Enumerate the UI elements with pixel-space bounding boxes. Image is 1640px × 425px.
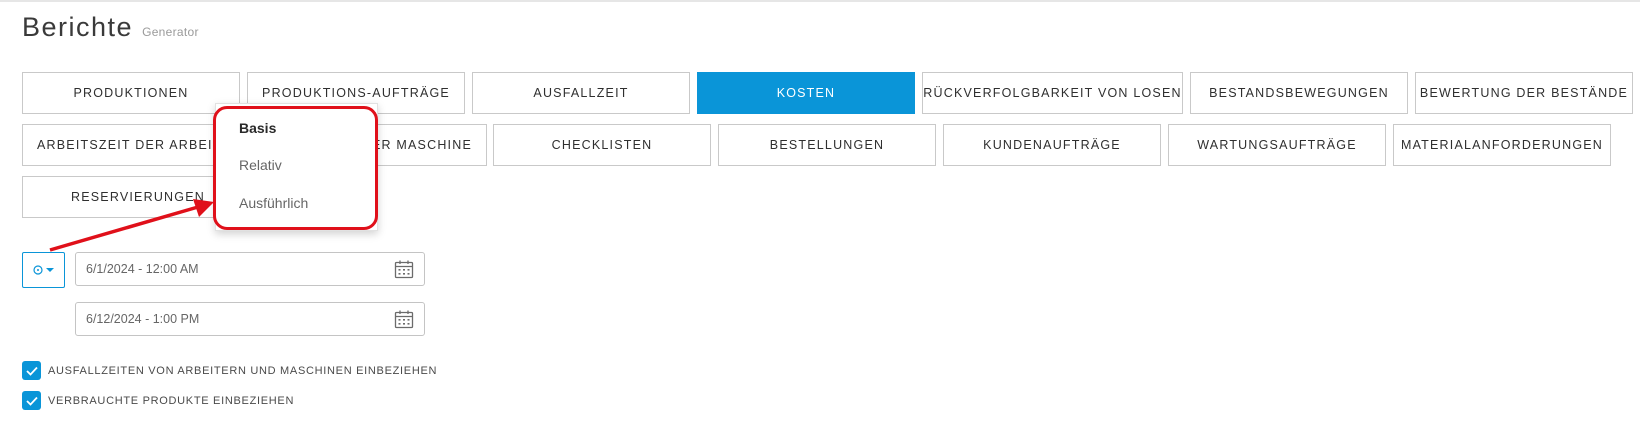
top-border [0,0,1640,2]
date-to-field[interactable]: 6/12/2024 - 1:00 PM [75,302,425,336]
menu-item-relativ[interactable]: Relativ [239,157,282,173]
tab-materialanforderungen[interactable]: MATERIALANFORDERUNGEN [1393,124,1611,166]
tab-label: KOSTEN [776,86,836,100]
tab-checklisten[interactable]: CHECKLISTEN [493,124,711,166]
tab-produktionen[interactable]: PRODUKTIONEN [22,72,240,114]
tab-label: RÜCKVERFOLGBARKEIT VON LOSEN [923,86,1182,100]
tab-label: MATERIALANFORDERUNGEN [1400,138,1604,152]
checkbox-checked[interactable] [22,361,41,380]
checkbox-checked[interactable] [22,391,41,410]
option-include-consumed-products[interactable]: VERBRAUCHTE PRODUKTE EINBEZIEHEN [22,391,294,410]
tab-arbeitszeit-der-arbeiter[interactable]: ARBEITSZEIT DER ARBEITER [22,124,240,166]
tab-label: WARTUNGSAUFTRÄGE [1197,138,1357,152]
tab-label: BESTANDSBEWEGUNGEN [1209,86,1389,100]
menu-item-ausfuehrlich[interactable]: Ausführlich [239,195,308,211]
option-include-downtime[interactable]: AUSFALLZEITEN VON ARBEITERN UND MASCHINE… [22,361,437,380]
page-subtitle: Generator [142,25,199,39]
tab-kosten[interactable]: KOSTEN [697,72,915,114]
calendar-icon[interactable] [394,309,414,329]
date-mode-menu: Basis Relativ Ausführlich [215,103,378,231]
tab-kundenauftraege[interactable]: KUNDENAUFTRÄGE [943,124,1161,166]
tab-label: AUSFALLZEIT [533,86,629,100]
page-title-text: Berichte [22,12,134,42]
chevron-down-icon [46,268,54,272]
calendar-icon[interactable] [394,259,414,279]
option-label: AUSFALLZEITEN VON ARBEITERN UND MASCHINE… [48,364,438,377]
tab-label: PRODUKTIONEN [73,86,189,100]
tab-label: CHECKLISTEN [551,138,653,152]
tab-bestandsbewegungen[interactable]: BESTANDSBEWEGUNGEN [1190,72,1408,114]
tab-wartungsauftraege[interactable]: WARTUNGSAUFTRÄGE [1168,124,1386,166]
tab-label: BEWERTUNG DER BESTÄNDE [1419,86,1629,100]
tab-label: ARBEITSZEIT DER ARBEITER [37,138,240,152]
date-from-value: 6/1/2024 - 12:00 AM [86,262,199,276]
tab-label: BESTELLUNGEN [769,138,885,152]
tab-reservierungen[interactable]: RESERVIERUNGEN [22,176,240,218]
date-mode-dropdown-button[interactable] [22,252,65,288]
option-label: VERBRAUCHTE PRODUKTE EINBEZIEHEN [48,394,295,407]
page-title: Berichte Generator [22,12,199,43]
date-to-value: 6/12/2024 - 1:00 PM [86,312,200,326]
tab-rueckverfolgbarkeit-von-losen[interactable]: RÜCKVERFOLGBARKEIT VON LOSEN [922,72,1183,114]
checkmark-icon [25,396,38,406]
checkmark-icon [25,366,38,376]
tab-bewertung-der-bestaende[interactable]: BEWERTUNG DER BESTÄNDE [1415,72,1633,114]
tab-label: KUNDENAUFTRÄGE [983,138,1121,152]
tab-ausfallzeit[interactable]: AUSFALLZEIT [472,72,690,114]
clock-icon [33,265,43,275]
tab-bestellungen[interactable]: BESTELLUNGEN [718,124,936,166]
menu-item-basis[interactable]: Basis [239,120,276,136]
tab-label: RESERVIERUNGEN [71,190,205,204]
date-from-field[interactable]: 6/1/2024 - 12:00 AM [75,252,425,286]
tab-label: PRODUKTIONS-AUFTRÄGE [262,86,450,100]
